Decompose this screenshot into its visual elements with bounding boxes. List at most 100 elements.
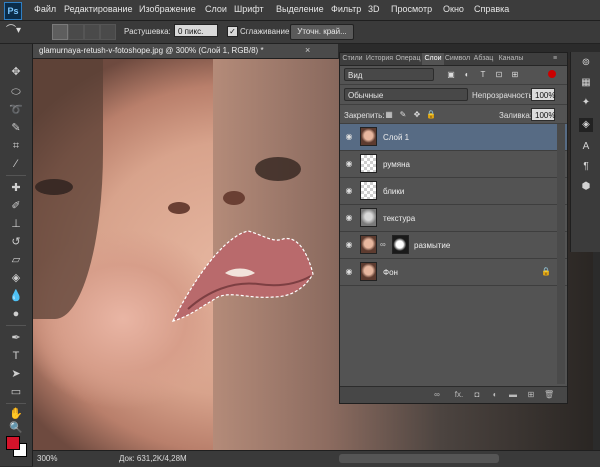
layer-name: румяна (383, 160, 410, 169)
menu-window[interactable]: Окно (443, 4, 464, 14)
new-selection-icon[interactable] (52, 24, 68, 40)
menu-type[interactable]: Шрифт (234, 4, 264, 14)
pen-tool-icon[interactable]: ✒ (8, 330, 24, 346)
menu-filter[interactable]: Фильтр (331, 4, 361, 14)
layer-thumbnail (360, 181, 377, 200)
eyedropper-tool-icon[interactable]: ⁄ (8, 156, 24, 172)
menu-help[interactable]: Справка (474, 4, 509, 14)
menu-select[interactable]: Выделение (276, 4, 324, 14)
properties-panel-icon[interactable]: ⬢ (579, 180, 593, 194)
layer-name: Фон (383, 268, 398, 277)
lock-position-icon[interactable]: ✥ (412, 110, 422, 120)
filter-type-icon[interactable]: T (478, 70, 488, 80)
menu-layers[interactable]: Слои (205, 4, 227, 14)
fx-icon[interactable]: fx. (452, 390, 466, 400)
layer-row[interactable]: ◉ текстура (340, 205, 567, 232)
visibility-eye-icon[interactable]: ◉ (344, 213, 354, 223)
add-to-selection-icon[interactable] (68, 24, 84, 40)
visibility-eye-icon[interactable]: ◉ (344, 159, 354, 169)
paint-bucket-tool-icon[interactable]: ◈ (8, 270, 24, 286)
move-tool-icon[interactable]: ✥ (8, 64, 24, 80)
paragraph-panel-icon[interactable]: ¶ (579, 160, 593, 174)
adjustments-panel-icon[interactable]: ✦ (579, 96, 593, 110)
layer-mask-thumbnail[interactable] (392, 235, 409, 254)
tab-channels[interactable]: Каналы (496, 53, 526, 65)
visibility-eye-icon[interactable]: ◉ (344, 132, 354, 142)
kind-filter-select[interactable]: Вид (344, 68, 434, 81)
lasso-tool-icon[interactable]: ➰ (8, 102, 24, 118)
mask-icon[interactable]: ◘ (472, 390, 482, 400)
path-selection-tool-icon[interactable]: ➤ (8, 366, 24, 382)
menu-edit[interactable]: Редактирование (64, 4, 133, 14)
clone-stamp-tool-icon[interactable]: ⊥ (8, 216, 24, 232)
panel-tabs: Стили История Операц Слои Символ Абзац К… (340, 53, 567, 66)
trash-icon[interactable]: 🗑 (544, 390, 554, 400)
tab-layers[interactable]: Слои (422, 53, 444, 65)
eraser-tool-icon[interactable]: ▱ (8, 252, 24, 268)
lock-image-icon[interactable]: ✎ (398, 110, 408, 120)
filter-toggle-icon[interactable] (548, 70, 556, 78)
visibility-eye-icon[interactable]: ◉ (344, 186, 354, 196)
filter-pixel-icon[interactable]: ▣ (446, 70, 456, 80)
layer-row[interactable]: ◉ Фон 🔒 (340, 259, 567, 286)
visibility-eye-icon[interactable]: ◉ (344, 267, 354, 277)
menu-view[interactable]: Просмотр (391, 4, 432, 14)
brush-tool-icon[interactable]: ✐ (8, 198, 24, 214)
horizontal-scrollbar[interactable] (339, 454, 499, 463)
folder-icon[interactable]: ▬ (508, 390, 518, 400)
menu-3d[interactable]: 3D (368, 4, 380, 14)
rectangle-tool-icon[interactable]: ▭ (8, 384, 24, 400)
tab-character[interactable]: Символ (444, 53, 471, 65)
blend-mode-select[interactable]: Обычные (344, 88, 468, 101)
visibility-eye-icon[interactable]: ◉ (344, 240, 354, 250)
new-layer-icon[interactable]: ⊞ (526, 390, 536, 400)
zoom-level[interactable]: 300% (37, 454, 57, 463)
intersect-selection-icon[interactable] (100, 24, 116, 40)
subtract-from-selection-icon[interactable] (84, 24, 100, 40)
crop-tool-icon[interactable]: ⌗ (8, 138, 24, 154)
refine-edge-button[interactable]: Уточн. край... (290, 24, 354, 40)
document-info[interactable]: Док: 631,2K/4,28M (119, 454, 187, 463)
layer-row[interactable]: ◉ ∞ размытие (340, 232, 567, 259)
zoom-tool-icon[interactable]: 🔍 (8, 420, 24, 436)
adjustment-icon[interactable]: ◐ (490, 390, 500, 400)
antialias-checkbox[interactable]: ✓ (227, 26, 238, 37)
close-document-icon[interactable]: × (305, 45, 310, 55)
swatches-panel-icon[interactable]: ▦ (579, 76, 593, 90)
quick-selection-tool-icon[interactable]: ✎ (8, 120, 24, 136)
layer-row[interactable]: ◉ Слой 1 (340, 124, 567, 151)
filter-shape-icon[interactable]: ⊡ (494, 70, 504, 80)
layers-scrollbar[interactable] (557, 124, 565, 384)
document-tab[interactable]: glamurnaya-retush-v-fotoshope.jpg @ 300%… (33, 44, 338, 59)
lock-transparent-icon[interactable]: ▦ (384, 110, 394, 120)
history-brush-tool-icon[interactable]: ↺ (8, 234, 24, 250)
foreground-color-swatch[interactable] (6, 436, 20, 450)
healing-brush-tool-icon[interactable]: ✚ (8, 180, 24, 196)
tab-actions[interactable]: Операц (394, 53, 422, 65)
filter-adjustment-icon[interactable]: ◐ (462, 70, 472, 80)
tab-paragraph[interactable]: Абзац (471, 53, 496, 65)
fill-input[interactable]: 100% (531, 108, 555, 121)
feather-input[interactable]: 0 пикс. (174, 24, 218, 37)
opacity-input[interactable]: 100% (531, 88, 555, 101)
type-tool-icon[interactable]: T (8, 348, 24, 364)
lasso-tool-preset-icon[interactable]: ⌒▾ (6, 24, 28, 38)
marquee-tool-icon[interactable]: ⬭ (8, 84, 24, 100)
tab-history[interactable]: История (365, 53, 394, 65)
layer-row[interactable]: ◉ блики (340, 178, 567, 205)
menu-file[interactable]: Файл (34, 4, 56, 14)
panel-menu-icon[interactable]: ≡ (545, 53, 565, 65)
dodge-tool-icon[interactable]: ● (8, 306, 24, 322)
color-panel-icon[interactable]: ⊚ (579, 56, 593, 70)
menu-bar: Ps Файл Редактирование Изображение Слои … (0, 0, 600, 21)
tab-styles[interactable]: Стили (340, 53, 365, 65)
menu-image[interactable]: Изображение (139, 4, 196, 14)
character-panel-icon[interactable]: A (579, 140, 593, 154)
filter-smart-object-icon[interactable]: ⊞ (510, 70, 520, 80)
lock-all-icon[interactable]: 🔒 (426, 110, 436, 120)
link-icon[interactable]: ∞ (432, 390, 442, 400)
mask-link-icon[interactable]: ∞ (380, 240, 386, 249)
layer-row[interactable]: ◉ румяна (340, 151, 567, 178)
blur-tool-icon[interactable]: 💧 (8, 288, 24, 304)
layers-panel-icon[interactable]: ◈ (579, 118, 593, 132)
